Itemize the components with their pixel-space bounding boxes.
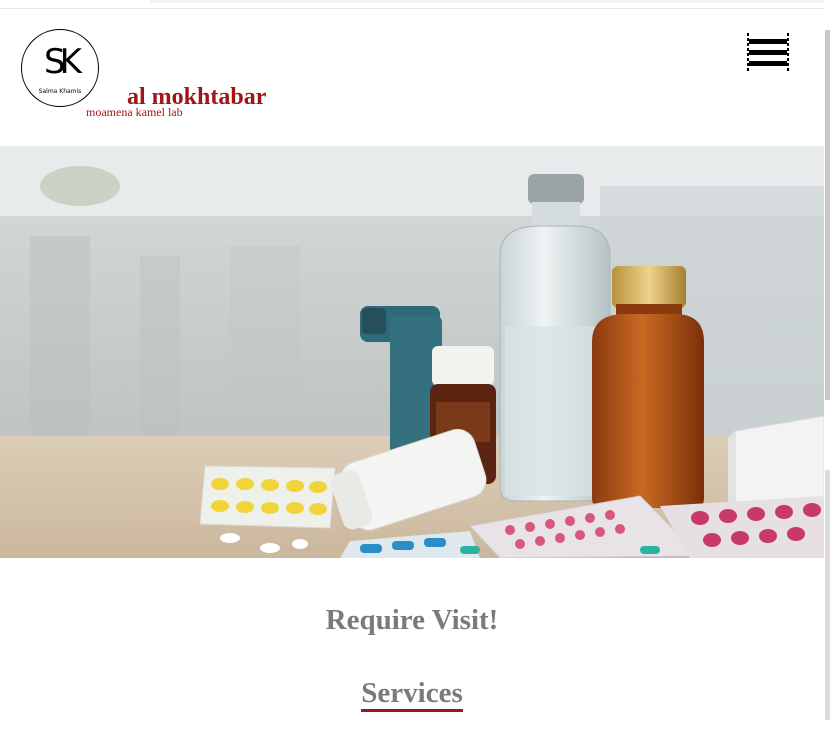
require-visit-heading: Require Visit! [325,604,499,636]
brand-subtitle: moamena kamel lab [86,105,183,119]
browser-top-edge [0,0,824,9]
logo-signature: Salma Khamis [38,88,82,95]
top-edge-strip [150,0,824,3]
hero-image [0,146,824,558]
services-section: Services [0,675,824,712]
scrollbar[interactable] [824,0,830,729]
scrollbar-lower-track[interactable] [825,470,830,720]
logo-monogram: SK [44,42,82,82]
scrollbar-thumb[interactable] [825,30,830,400]
site-header: SK Salma Khamis al mokhtabar moamena kam… [0,9,824,146]
logo[interactable]: SK Salma Khamis [21,29,99,107]
hamburger-menu-button[interactable] [747,33,789,71]
services-link[interactable]: Services [361,677,463,712]
